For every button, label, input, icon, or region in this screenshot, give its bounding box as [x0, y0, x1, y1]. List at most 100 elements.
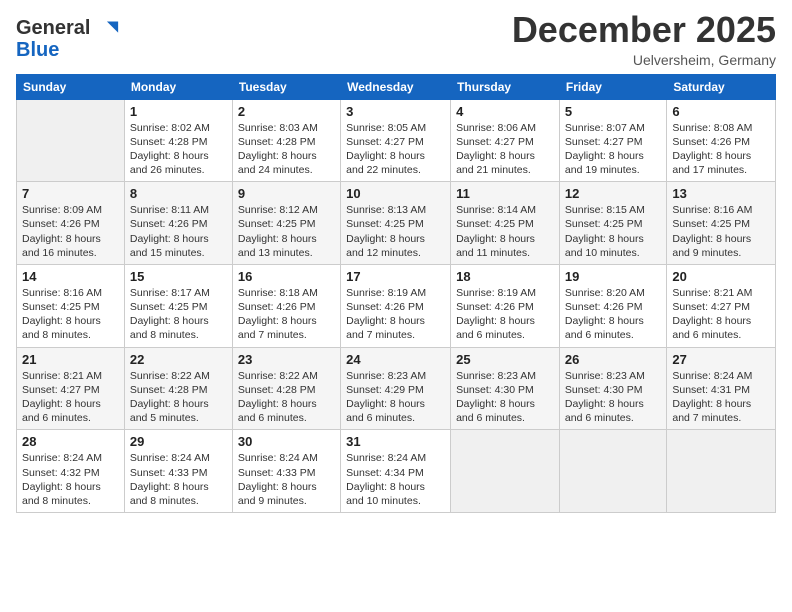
location-subtitle: Uelversheim, Germany — [512, 52, 776, 68]
day-info: Sunrise: 8:18 AMSunset: 4:26 PMDaylight:… — [238, 286, 335, 343]
day-info: Sunrise: 8:23 AMSunset: 4:29 PMDaylight:… — [346, 369, 445, 426]
title-block: December 2025 Uelversheim, Germany — [512, 10, 776, 68]
day-info: Sunrise: 8:13 AMSunset: 4:25 PMDaylight:… — [346, 203, 445, 260]
calendar-cell: 13Sunrise: 8:16 AMSunset: 4:25 PMDayligh… — [667, 182, 776, 265]
logo: General Blue — [16, 14, 120, 60]
day-number: 25 — [456, 352, 554, 367]
day-info: Sunrise: 8:23 AMSunset: 4:30 PMDaylight:… — [565, 369, 661, 426]
day-number: 22 — [130, 352, 227, 367]
page-container: General Blue December 2025 Uelversheim, … — [0, 0, 792, 523]
day-number: 10 — [346, 186, 445, 201]
day-number: 8 — [130, 186, 227, 201]
day-number: 17 — [346, 269, 445, 284]
day-info: Sunrise: 8:07 AMSunset: 4:27 PMDaylight:… — [565, 121, 661, 178]
calendar-cell: 8 Sunrise: 8:11 AMSunset: 4:26 PMDaylight… — [124, 182, 232, 265]
day-number: 2 — [238, 104, 335, 119]
calendar-cell: 1Sunrise: 8:02 AMSunset: 4:28 PMDaylight… — [124, 99, 232, 182]
day-info: Sunrise: 8:03 AMSunset: 4:28 PMDaylight:… — [238, 121, 335, 178]
day-info: Sunrise: 8:23 AMSunset: 4:30 PMDaylight:… — [456, 369, 554, 426]
day-info: Sunrise: 8:24 AMSunset: 4:33 PMDaylight:… — [238, 451, 335, 508]
calendar-cell: 30Sunrise: 8:24 AMSunset: 4:33 PMDayligh… — [232, 430, 340, 513]
calendar-cell: 23Sunrise: 8:22 AMSunset: 4:28 PMDayligh… — [232, 347, 340, 430]
day-number: 31 — [346, 434, 445, 449]
day-number: 24 — [346, 352, 445, 367]
weekday-header-tuesday: Tuesday — [232, 74, 340, 99]
day-info: Sunrise: 8:24 AMSunset: 4:33 PMDaylight:… — [130, 451, 227, 508]
calendar-cell: 3 Sunrise: 8:05 AMSunset: 4:27 PMDaylight… — [341, 99, 451, 182]
month-title: December 2025 — [512, 10, 776, 50]
day-number: 5 — [565, 104, 661, 119]
weekday-header-wednesday: Wednesday — [341, 74, 451, 99]
day-info: Sunrise: 8:05 AMSunset: 4:27 PMDaylight:… — [346, 121, 445, 178]
day-info: Sunrise: 8:09 AMSunset: 4:26 PMDaylight:… — [22, 203, 119, 260]
calendar-cell: 31 Sunrise: 8:24 AMSunset: 4:34 PMDayligh… — [341, 430, 451, 513]
day-info: Sunrise: 8:24 AMSunset: 4:34 PMDaylight:… — [346, 451, 445, 508]
day-info: Sunrise: 8:14 AMSunset: 4:25 PMDaylight:… — [456, 203, 554, 260]
calendar-cell: 7 Sunrise: 8:09 AMSunset: 4:26 PMDaylight… — [17, 182, 125, 265]
calendar-cell: 27 Sunrise: 8:24 AMSunset: 4:31 PMDayligh… — [667, 347, 776, 430]
calendar-cell: 9 Sunrise: 8:12 AMSunset: 4:25 PMDaylight… — [232, 182, 340, 265]
day-number: 27 — [672, 352, 770, 367]
day-info: Sunrise: 8:19 AMSunset: 4:26 PMDaylight:… — [456, 286, 554, 343]
weekday-header-monday: Monday — [124, 74, 232, 99]
day-info: Sunrise: 8:17 AMSunset: 4:25 PMDaylight:… — [130, 286, 227, 343]
calendar-week-row: 14 Sunrise: 8:16 AMSunset: 4:25 PMDayligh… — [17, 264, 776, 347]
day-info: Sunrise: 8:24 AMSunset: 4:31 PMDaylight:… — [672, 369, 770, 426]
day-info: Sunrise: 8:21 AMSunset: 4:27 PMDaylight:… — [22, 369, 119, 426]
calendar-cell: 20Sunrise: 8:21 AMSunset: 4:27 PMDayligh… — [667, 264, 776, 347]
calendar-cell: 26Sunrise: 8:23 AMSunset: 4:30 PMDayligh… — [559, 347, 666, 430]
day-info: Sunrise: 8:16 AMSunset: 4:25 PMDaylight:… — [672, 203, 770, 260]
day-number: 3 — [346, 104, 445, 119]
calendar-week-row: 7 Sunrise: 8:09 AMSunset: 4:26 PMDaylight… — [17, 182, 776, 265]
calendar-week-row: 1Sunrise: 8:02 AMSunset: 4:28 PMDaylight… — [17, 99, 776, 182]
calendar-cell: 5 Sunrise: 8:07 AMSunset: 4:27 PMDaylight… — [559, 99, 666, 182]
calendar-cell: 21 Sunrise: 8:21 AMSunset: 4:27 PMDayligh… — [17, 347, 125, 430]
day-number: 11 — [456, 186, 554, 201]
day-info: Sunrise: 8:21 AMSunset: 4:27 PMDaylight:… — [672, 286, 770, 343]
day-number: 12 — [565, 186, 661, 201]
weekday-header-thursday: Thursday — [451, 74, 560, 99]
calendar-cell: 10 Sunrise: 8:13 AMSunset: 4:25 PMDayligh… — [341, 182, 451, 265]
day-info: Sunrise: 8:06 AMSunset: 4:27 PMDaylight:… — [456, 121, 554, 178]
calendar-cell: 11 Sunrise: 8:14 AMSunset: 4:25 PMDayligh… — [451, 182, 560, 265]
day-number: 28 — [22, 434, 119, 449]
day-info: Sunrise: 8:15 AMSunset: 4:25 PMDaylight:… — [565, 203, 661, 260]
calendar-cell: 12 Sunrise: 8:15 AMSunset: 4:25 PMDayligh… — [559, 182, 666, 265]
weekday-header-saturday: Saturday — [667, 74, 776, 99]
logo-blue: Blue — [16, 40, 120, 60]
calendar-cell — [559, 430, 666, 513]
day-number: 14 — [22, 269, 119, 284]
calendar-cell: 18Sunrise: 8:19 AMSunset: 4:26 PMDayligh… — [451, 264, 560, 347]
day-number: 15 — [130, 269, 227, 284]
logo-icon — [92, 14, 120, 42]
day-info: Sunrise: 8:16 AMSunset: 4:25 PMDaylight:… — [22, 286, 119, 343]
day-info: Sunrise: 8:20 AMSunset: 4:26 PMDaylight:… — [565, 286, 661, 343]
calendar-cell: 29Sunrise: 8:24 AMSunset: 4:33 PMDayligh… — [124, 430, 232, 513]
day-number: 6 — [672, 104, 770, 119]
calendar-cell — [451, 430, 560, 513]
day-number: 4 — [456, 104, 554, 119]
day-info: Sunrise: 8:02 AMSunset: 4:28 PMDaylight:… — [130, 121, 227, 178]
day-info: Sunrise: 8:11 AMSunset: 4:26 PMDaylight:… — [130, 203, 227, 260]
day-info: Sunrise: 8:12 AMSunset: 4:25 PMDaylight:… — [238, 203, 335, 260]
calendar-header-row: SundayMondayTuesdayWednesdayThursdayFrid… — [17, 74, 776, 99]
calendar-cell: 28 Sunrise: 8:24 AMSunset: 4:32 PMDayligh… — [17, 430, 125, 513]
calendar-cell: 25 Sunrise: 8:23 AMSunset: 4:30 PMDayligh… — [451, 347, 560, 430]
calendar-cell: 4 Sunrise: 8:06 AMSunset: 4:27 PMDaylight… — [451, 99, 560, 182]
weekday-header-friday: Friday — [559, 74, 666, 99]
day-number: 9 — [238, 186, 335, 201]
day-info: Sunrise: 8:19 AMSunset: 4:26 PMDaylight:… — [346, 286, 445, 343]
calendar-cell: 19Sunrise: 8:20 AMSunset: 4:26 PMDayligh… — [559, 264, 666, 347]
header: General Blue December 2025 Uelversheim, … — [16, 10, 776, 68]
day-info: Sunrise: 8:08 AMSunset: 4:26 PMDaylight:… — [672, 121, 770, 178]
day-number: 7 — [22, 186, 119, 201]
calendar-cell: 24 Sunrise: 8:23 AMSunset: 4:29 PMDayligh… — [341, 347, 451, 430]
day-number: 23 — [238, 352, 335, 367]
calendar-cell: 15 Sunrise: 8:17 AMSunset: 4:25 PMDayligh… — [124, 264, 232, 347]
day-info: Sunrise: 8:24 AMSunset: 4:32 PMDaylight:… — [22, 451, 119, 508]
calendar-cell: 6 Sunrise: 8:08 AMSunset: 4:26 PMDaylight… — [667, 99, 776, 182]
calendar-cell — [17, 99, 125, 182]
calendar-cell: 2 Sunrise: 8:03 AMSunset: 4:28 PMDaylight… — [232, 99, 340, 182]
day-number: 21 — [22, 352, 119, 367]
calendar-cell — [667, 430, 776, 513]
